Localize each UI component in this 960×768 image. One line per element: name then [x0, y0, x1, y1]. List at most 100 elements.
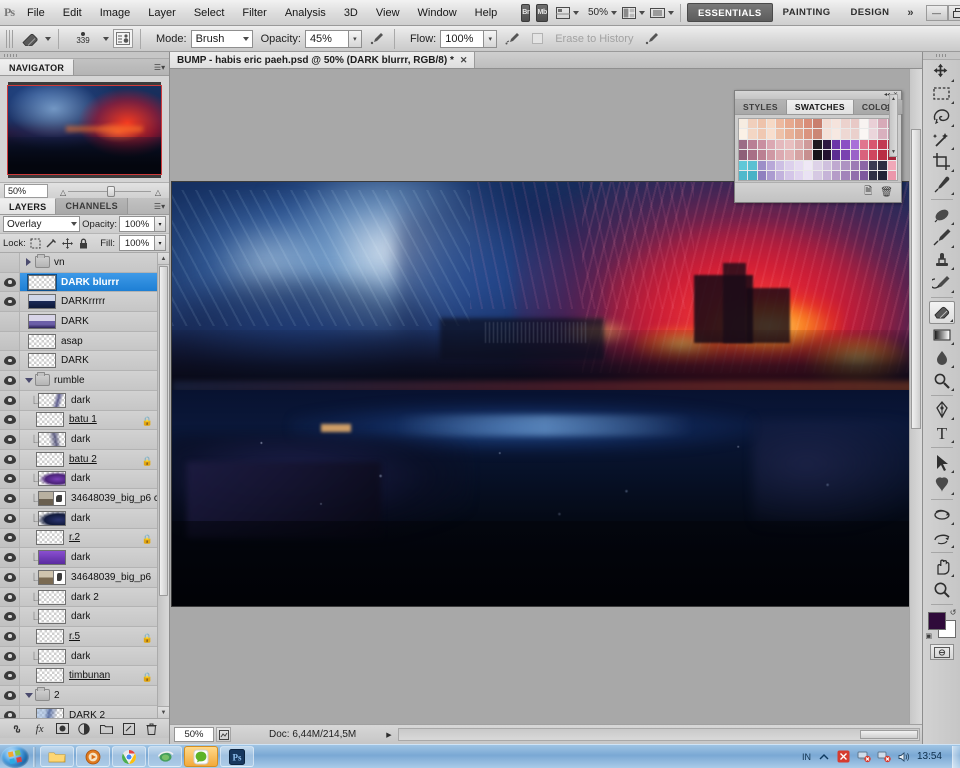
tab-layers[interactable]: LAYERS	[0, 198, 56, 214]
layer-row[interactable]: 2	[0, 686, 169, 706]
layer-thumbnail[interactable]	[28, 314, 56, 329]
pen-tool[interactable]	[929, 399, 955, 421]
color-swatch[interactable]	[785, 161, 794, 171]
lock-all-icon[interactable]	[78, 237, 90, 249]
layer-name[interactable]: DARK 2	[69, 710, 105, 718]
color-swatch[interactable]	[832, 140, 841, 150]
brush-preset-picker[interactable]: 339	[66, 28, 100, 50]
options-bar-grip[interactable]	[6, 30, 13, 48]
layer-row-content[interactable]: batu 2🔒	[20, 452, 169, 467]
color-swatch[interactable]	[841, 140, 850, 150]
layer-visibility-toggle[interactable]	[0, 509, 20, 528]
layer-row[interactable]: ⎿34648039_big_p6	[0, 568, 169, 588]
color-swatch[interactable]	[795, 161, 804, 171]
layer-visibility-toggle[interactable]	[0, 351, 20, 370]
color-swatch[interactable]	[776, 140, 785, 150]
layer-name[interactable]: batu 2	[69, 454, 97, 465]
close-icon[interactable]: ✕	[460, 55, 468, 66]
layer-visibility-toggle[interactable]	[0, 666, 20, 685]
zoom-out-icon[interactable]: △	[60, 188, 66, 197]
color-swatch[interactable]	[785, 150, 794, 160]
layer-row[interactable]: r.5🔒	[0, 627, 169, 647]
color-swatch[interactable]	[860, 129, 869, 139]
color-swatch[interactable]	[841, 129, 850, 139]
color-swatch[interactable]	[739, 150, 748, 160]
workspace-essentials[interactable]: ESSENTIALS	[687, 3, 773, 22]
default-colors-icon[interactable]: ▣	[926, 632, 933, 640]
layer-thumbnail[interactable]	[36, 668, 64, 683]
layer-name[interactable]: batu 1	[69, 414, 97, 425]
layer-name[interactable]: 34648039_big_p6	[71, 572, 151, 583]
layer-row[interactable]: r.2🔒	[0, 529, 169, 549]
color-swatch[interactable]	[739, 129, 748, 139]
color-swatch[interactable]	[841, 161, 850, 171]
panel-menu-icon[interactable]: ☰▾	[153, 62, 166, 73]
path-selection-tool[interactable]	[929, 452, 955, 474]
menu-analysis[interactable]: Analysis	[276, 3, 335, 23]
layer-list[interactable]: vnDARK blurrrDARKrrrrrDARKasapDARKrumble…	[0, 253, 169, 718]
tray-language[interactable]: IN	[802, 752, 811, 762]
chevron-right-icon[interactable]	[22, 258, 35, 266]
blur-tool[interactable]	[929, 347, 955, 369]
layer-name[interactable]: vn	[54, 257, 65, 268]
tab-swatches[interactable]: SWATCHES	[787, 100, 854, 114]
panel-title-bar[interactable]: ◂◂ ✕	[735, 91, 901, 100]
color-swatch[interactable]	[869, 161, 878, 171]
layer-opacity-stepper[interactable]: ▾	[155, 216, 166, 232]
bridge-button[interactable]: Br	[521, 4, 530, 22]
layer-thumbnail[interactable]	[38, 590, 66, 605]
layer-name[interactable]: 34648039_big_p6 c...	[71, 493, 167, 504]
taskbar-explorer[interactable]	[40, 746, 74, 767]
layer-row[interactable]: batu 1🔒	[0, 411, 169, 431]
lock-position-icon[interactable]	[62, 237, 74, 249]
color-swatch[interactable]	[748, 171, 757, 181]
arrange-documents-icon[interactable]	[622, 5, 636, 21]
layer-name[interactable]: dark	[71, 552, 90, 563]
layer-name[interactable]: DARK	[61, 355, 89, 366]
type-tool[interactable]: T	[929, 422, 955, 444]
color-swatch[interactable]	[785, 129, 794, 139]
layer-row[interactable]: ⎿dark	[0, 470, 169, 490]
layer-row-content[interactable]: asap	[20, 334, 169, 349]
color-swatch[interactable]	[860, 171, 869, 181]
layer-row-content[interactable]: ⎿dark	[20, 471, 169, 486]
layer-name[interactable]: DARK	[61, 316, 89, 327]
fill-input[interactable]: 100%	[119, 235, 155, 251]
layer-visibility-toggle[interactable]	[0, 371, 20, 390]
layer-thumbnail[interactable]	[36, 412, 64, 427]
layer-visibility-toggle[interactable]	[0, 607, 20, 626]
add-mask-icon[interactable]	[55, 722, 69, 736]
color-swatch[interactable]	[832, 171, 841, 181]
status-zoom-input[interactable]: 50%	[174, 727, 214, 742]
layer-visibility-toggle[interactable]	[0, 489, 20, 508]
color-swatch[interactable]	[795, 150, 804, 160]
layer-row-content[interactable]: ⎿dark	[20, 609, 169, 624]
color-swatch[interactable]	[888, 171, 897, 181]
color-swatch[interactable]	[823, 129, 832, 139]
layer-row-content[interactable]: DARK blurrr	[20, 275, 169, 290]
layer-visibility-toggle[interactable]	[0, 332, 20, 351]
layer-row-content[interactable]: DARKrrrrr	[20, 294, 169, 309]
layer-row-content[interactable]: DARK 2	[20, 708, 169, 718]
taskbar-internet-explorer[interactable]	[148, 746, 182, 767]
flow-input[interactable]: 100%	[440, 30, 484, 48]
color-swatch[interactable]	[804, 171, 813, 181]
color-swatch[interactable]	[813, 171, 822, 181]
scroll-up-button[interactable]: ▲	[890, 95, 897, 103]
color-swatch[interactable]	[767, 161, 776, 171]
layer-name[interactable]: 2	[54, 690, 60, 701]
tab-navigator[interactable]: NAVIGATOR	[0, 59, 74, 75]
opacity-stepper[interactable]: ▾	[349, 30, 362, 48]
color-swatch[interactable]	[748, 129, 757, 139]
mini-bridge-button[interactable]: Mb	[536, 4, 548, 22]
quick-mask-icon[interactable]	[930, 644, 954, 660]
taskbar-media-player[interactable]	[76, 746, 110, 767]
color-swatch[interactable]	[785, 119, 794, 129]
color-swatch[interactable]	[878, 171, 887, 181]
scroll-down-button[interactable]: ▼	[158, 706, 169, 718]
layer-row-content[interactable]: DARK	[20, 353, 169, 368]
layer-visibility-toggle[interactable]	[0, 292, 20, 311]
layer-row[interactable]: DARK 2	[0, 706, 169, 718]
mode-select[interactable]: Brush	[191, 30, 253, 48]
layer-row-content[interactable]: r.2🔒	[20, 530, 169, 545]
